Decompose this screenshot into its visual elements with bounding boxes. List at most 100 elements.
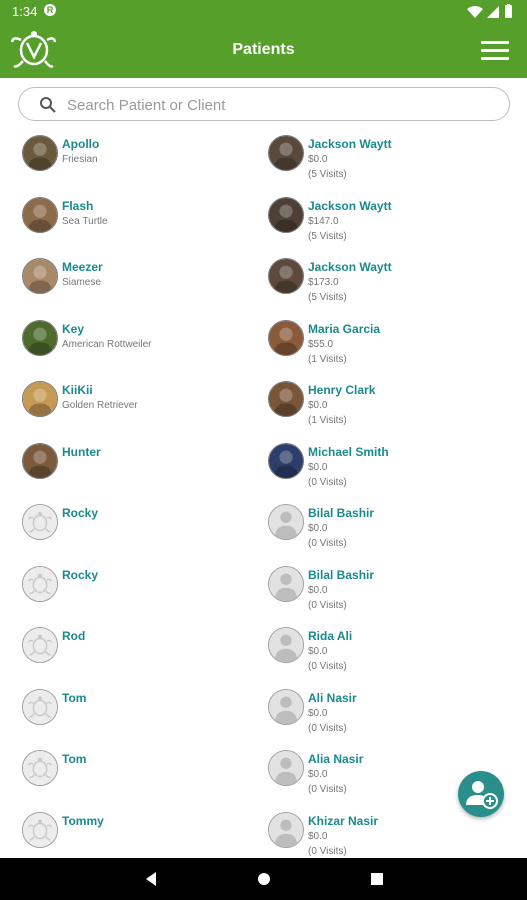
search-input[interactable] bbox=[67, 94, 487, 116]
patient-name: Rocky bbox=[62, 567, 99, 582]
menu-line bbox=[481, 49, 509, 52]
client-list-item[interactable]: Jackson Waytt $147.0 (5 Visits) bbox=[268, 192, 498, 248]
patient-breed: American Rottweiler bbox=[62, 338, 152, 350]
turtle-placeholder-icon bbox=[22, 504, 58, 540]
status-bar: 1:34 R bbox=[0, 0, 527, 24]
client-avatar bbox=[268, 135, 304, 171]
client-list-item[interactable]: Bilal Bashir $0.0 (0 Visits) bbox=[268, 499, 498, 555]
client-visits: (5 Visits) bbox=[308, 230, 347, 242]
client-list-item[interactable]: Michael Smith $0.0 (0 Visits) bbox=[268, 438, 498, 494]
patient-list-item[interactable]: Tommy bbox=[22, 807, 252, 859]
client-visits: (0 Visits) bbox=[308, 845, 347, 857]
patient-avatar bbox=[22, 196, 58, 233]
client-visits: (0 Visits) bbox=[308, 476, 347, 488]
client-amount: $0.0 bbox=[308, 461, 328, 473]
patient-name: Tom bbox=[62, 690, 87, 705]
client-list-item[interactable]: Rida Ali $0.0 (0 Visits) bbox=[268, 622, 498, 678]
turtle-placeholder-icon bbox=[22, 627, 58, 663]
client-visits: (5 Visits) bbox=[308, 169, 347, 180]
patient-name: Key bbox=[62, 321, 85, 336]
person-placeholder-icon bbox=[268, 750, 304, 786]
patient-list-item[interactable]: Rod bbox=[22, 622, 252, 678]
back-triangle-icon[interactable] bbox=[143, 871, 159, 887]
add-client-button[interactable] bbox=[458, 771, 504, 817]
patient-avatar bbox=[22, 258, 58, 294]
client-amount: $55.0 bbox=[308, 338, 334, 350]
client-name: Ali Nasir bbox=[308, 690, 357, 705]
client-visits: (1 Visits) bbox=[308, 415, 347, 426]
patient-list-item[interactable]: Flash Sea Turtle bbox=[22, 192, 252, 248]
client-avatar bbox=[268, 196, 304, 233]
status-time: 1:34 bbox=[12, 4, 38, 19]
app-bar: Patients bbox=[0, 24, 527, 78]
patient-list-item[interactable]: Rocky bbox=[22, 561, 252, 617]
client-visits: (0 Visits) bbox=[308, 599, 347, 611]
client-name: Khizar Nasir bbox=[308, 813, 379, 828]
client-amount: $173.0 bbox=[308, 277, 339, 288]
client-name: Henry Clark bbox=[308, 383, 376, 397]
client-visits: (5 Visits) bbox=[308, 292, 347, 303]
patient-list-item[interactable]: Tom bbox=[22, 684, 252, 740]
turtle-placeholder-icon bbox=[22, 750, 58, 786]
client-list-item[interactable]: Jackson Waytt $173.0 (5 Visits) bbox=[268, 253, 498, 309]
client-name: Jackson Waytt bbox=[308, 260, 392, 274]
patient-name: Rocky bbox=[62, 506, 99, 520]
hamburger-menu-button[interactable] bbox=[481, 39, 509, 63]
patient-avatar bbox=[22, 442, 58, 479]
battery-icon bbox=[505, 5, 512, 18]
client-name: Maria Garcia bbox=[308, 321, 381, 336]
recording-badge-icon: R bbox=[44, 4, 56, 16]
client-name: Michael Smith bbox=[308, 444, 389, 459]
client-amount: $0.0 bbox=[308, 769, 328, 780]
client-amount: $0.0 bbox=[308, 400, 328, 411]
client-list-item[interactable]: Ali Nasir $0.0 (0 Visits) bbox=[268, 684, 498, 740]
patient-list-item[interactable]: Meezer Siamese bbox=[22, 253, 252, 309]
turtle-placeholder-icon bbox=[22, 811, 58, 848]
add-person-icon bbox=[466, 781, 498, 809]
system-nav-bar bbox=[0, 858, 527, 900]
client-name: Rida Ali bbox=[308, 629, 353, 643]
patient-name: KiiKii bbox=[62, 383, 93, 397]
patient-list-item[interactable]: Key American Rottweiler bbox=[22, 315, 252, 371]
search-bar[interactable] bbox=[18, 87, 510, 121]
client-amount: $0.0 bbox=[308, 584, 328, 596]
patient-list-item[interactable]: Rocky bbox=[22, 499, 252, 555]
wifi-icon bbox=[467, 6, 483, 18]
recents-square-icon[interactable] bbox=[369, 871, 385, 887]
client-list-item[interactable]: Maria Garcia $55.0 (1 Visits) bbox=[268, 315, 498, 371]
patient-name: Flash bbox=[62, 198, 94, 213]
patient-avatar bbox=[22, 135, 58, 171]
patient-breed: Golden Retriever bbox=[62, 400, 138, 411]
menu-line bbox=[481, 57, 509, 60]
patient-list-item[interactable]: KiiKii Golden Retriever bbox=[22, 376, 252, 432]
client-list-item[interactable]: Jackson Waytt $0.0 (5 Visits) bbox=[268, 130, 498, 186]
client-avatar bbox=[268, 319, 304, 356]
client-amount: $0.0 bbox=[308, 830, 328, 842]
client-name: Jackson Waytt bbox=[308, 198, 392, 213]
patient-list-item[interactable]: Apollo Friesian bbox=[22, 130, 252, 186]
person-placeholder-icon bbox=[268, 504, 304, 540]
client-list-item[interactable]: Henry Clark $0.0 (1 Visits) bbox=[268, 376, 498, 432]
cell-signal-icon bbox=[487, 6, 499, 18]
client-name: Alia Nasir bbox=[308, 752, 364, 766]
menu-line bbox=[481, 41, 509, 44]
patients-list[interactable]: Apollo Friesian Flash Sea Turtle Meezer Siame… bbox=[0, 130, 527, 858]
client-list-item[interactable]: Bilal Bashir $0.0 (0 Visits) bbox=[268, 561, 498, 617]
client-name: Jackson Waytt bbox=[308, 137, 392, 151]
patient-list-item[interactable]: Tom bbox=[22, 745, 252, 801]
search-icon bbox=[40, 97, 56, 113]
patient-breed: Siamese bbox=[62, 277, 101, 288]
page-title: Patients bbox=[232, 41, 295, 58]
client-visits: (0 Visits) bbox=[308, 661, 347, 672]
client-avatar bbox=[268, 442, 304, 479]
turtle-placeholder-icon bbox=[22, 565, 58, 602]
client-amount: $147.0 bbox=[308, 215, 339, 227]
client-visits: (0 Visits) bbox=[308, 784, 347, 795]
client-name: Bilal Bashir bbox=[308, 506, 375, 520]
person-placeholder-icon bbox=[268, 688, 304, 725]
patient-name: Tom bbox=[62, 752, 87, 766]
home-circle-icon[interactable] bbox=[256, 871, 272, 887]
person-placeholder-icon bbox=[268, 565, 304, 602]
patient-list-item[interactable]: Hunter bbox=[22, 438, 252, 494]
client-visits: (0 Visits) bbox=[308, 538, 347, 549]
